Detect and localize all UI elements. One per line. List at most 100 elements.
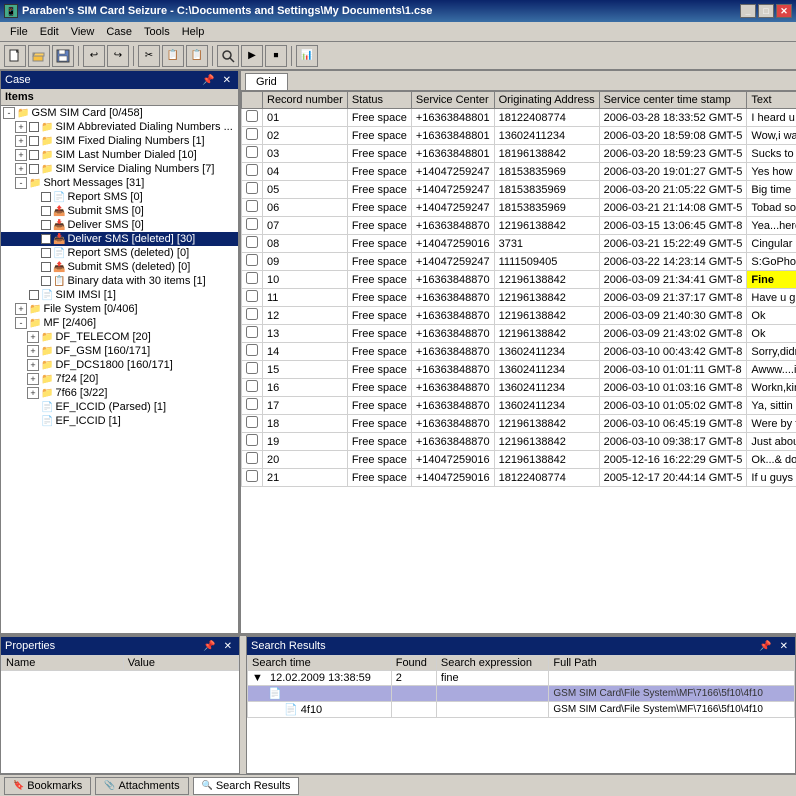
tree-checkbox[interactable] xyxy=(29,164,39,174)
tree-item-service-dialing[interactable]: + 📁 SIM Service Dialing Numbers [7] xyxy=(1,162,238,176)
toolbar-undo[interactable]: ↩ xyxy=(83,45,105,67)
toolbar-save[interactable] xyxy=(52,45,74,67)
tree-item-submit-sms-del[interactable]: 📤 Submit SMS (deleted) [0] xyxy=(1,260,238,274)
search-result-row[interactable]: ▼ 12.02.2009 13:38:59 2 fine xyxy=(248,671,795,686)
col-originating-address[interactable]: Originating Address xyxy=(494,92,599,109)
maximize-button[interactable]: □ xyxy=(758,4,774,18)
tree-checkbox[interactable] xyxy=(41,220,51,230)
tree-expander[interactable]: + xyxy=(27,345,39,357)
row-checkbox[interactable] xyxy=(246,434,258,446)
bookmarks-tab[interactable]: 🔖 Bookmarks xyxy=(4,777,91,795)
tree-item-imsi[interactable]: 📄 SIM IMSI [1] xyxy=(1,288,238,302)
tree-item-telecom[interactable]: + 📁 DF_TELECOM [20] xyxy=(1,330,238,344)
tree-expander[interactable]: + xyxy=(15,149,27,161)
toolbar-open[interactable] xyxy=(28,45,50,67)
table-row[interactable]: 05Free space+14047259247181538359692006-… xyxy=(242,181,796,199)
toolbar-paste[interactable]: 📋 xyxy=(186,45,208,67)
close-button[interactable]: ✕ xyxy=(776,4,792,18)
table-row[interactable]: 21Free space+14047259016181224087742005-… xyxy=(242,469,796,487)
menu-edit[interactable]: Edit xyxy=(34,24,65,40)
properties-close[interactable]: ✕ xyxy=(221,641,235,652)
tree-item-short-messages[interactable]: - 📁 Short Messages [31] xyxy=(1,176,238,190)
tree-item-submit-sms[interactable]: 📤 Submit SMS [0] xyxy=(1,204,238,218)
row-checkbox[interactable] xyxy=(246,398,258,410)
table-row[interactable]: 04Free space+14047259247181538359692006-… xyxy=(242,163,796,181)
tree-item-7f66[interactable]: + 📁 7f66 [3/22] xyxy=(1,386,238,400)
row-checkbox[interactable] xyxy=(246,182,258,194)
tree-item-abbreviated[interactable]: + 📁 SIM Abbreviated Dialing Numbers ... xyxy=(1,120,238,134)
toolbar-search[interactable] xyxy=(217,45,239,67)
table-row[interactable]: 03Free space+16363848801181961388422006-… xyxy=(242,145,796,163)
table-row[interactable]: 02Free space+16363848801136024112342006-… xyxy=(242,127,796,145)
splitter-bottom[interactable] xyxy=(240,636,244,774)
row-checkbox[interactable] xyxy=(246,416,258,428)
tree-checkbox[interactable] xyxy=(29,290,39,300)
menu-help[interactable]: Help xyxy=(176,24,211,40)
row-checkbox[interactable] xyxy=(246,128,258,140)
tree-item-dcs1800[interactable]: + 📁 DF_DCS1800 [160/171] xyxy=(1,358,238,372)
table-row[interactable]: 08Free space+1404725901637312006-03-21 1… xyxy=(242,235,796,253)
tree-item-fixed-dialing[interactable]: + 📁 SIM Fixed Dialing Numbers [1] xyxy=(1,134,238,148)
tree-checkbox[interactable] xyxy=(41,206,51,216)
row-checkbox[interactable] xyxy=(246,290,258,302)
tree-expander[interactable]: + xyxy=(27,359,39,371)
row-checkbox[interactable] xyxy=(246,272,258,284)
tree-expander[interactable]: - xyxy=(15,317,27,329)
table-row[interactable]: 06Free space+14047259247181538359692006-… xyxy=(242,199,796,217)
tree-expander[interactable]: + xyxy=(27,373,39,385)
tree-expander[interactable]: - xyxy=(15,177,27,189)
col-service-center[interactable]: Service Center xyxy=(411,92,494,109)
table-row[interactable]: 10Free space+16363848870121961388422006-… xyxy=(242,271,796,289)
row-checkbox[interactable] xyxy=(246,308,258,320)
search-result-row-child[interactable]: 📄 GSM SIM Card\File System\MF\7166\5f10\… xyxy=(248,686,795,702)
tree-expander[interactable]: - xyxy=(3,107,15,119)
row-checkbox[interactable] xyxy=(246,146,258,158)
minimize-button[interactable]: _ xyxy=(740,4,756,18)
tree-expander[interactable]: + xyxy=(15,163,27,175)
toolbar-copy[interactable]: 📋 xyxy=(162,45,184,67)
attachments-tab[interactable]: 📎 Attachments xyxy=(95,777,188,795)
toolbar-redo[interactable]: ↪ xyxy=(107,45,129,67)
properties-pin[interactable]: 📌 xyxy=(200,641,218,652)
table-row[interactable]: 20Free space+14047259016121961388422005-… xyxy=(242,451,796,469)
menu-case[interactable]: Case xyxy=(100,24,138,40)
tree-item-iccid[interactable]: 📄 EF_ICCID [1] xyxy=(1,414,238,428)
menu-tools[interactable]: Tools xyxy=(138,24,176,40)
row-checkbox[interactable] xyxy=(246,344,258,356)
tree-item-last-number[interactable]: + 📁 SIM Last Number Dialed [10] xyxy=(1,148,238,162)
tree-item-deliver-sms[interactable]: 📥 Deliver SMS [0] xyxy=(1,218,238,232)
tree-item-gsm2[interactable]: + 📁 DF_GSM [160/171] xyxy=(1,344,238,358)
row-checkbox[interactable] xyxy=(246,236,258,248)
tree-checkbox[interactable] xyxy=(29,150,39,160)
col-record-number[interactable]: Record number xyxy=(263,92,348,109)
tree-container[interactable]: - 📁 GSM SIM Card [0/458] + 📁 SIM Abbrevi… xyxy=(1,106,238,633)
toolbar-cut[interactable]: ✂ xyxy=(138,45,160,67)
tree-checkbox[interactable] xyxy=(41,234,51,244)
tree-expander[interactable]: + xyxy=(27,331,39,343)
search-result-row-grandchild[interactable]: 📄 4f10 GSM SIM Card\File System\MF\7166\… xyxy=(248,702,795,718)
tree-item-binary[interactable]: 📋 Binary data with 30 items [1] xyxy=(1,274,238,288)
toolbar-report[interactable]: 📊 xyxy=(296,45,318,67)
row-checkbox[interactable] xyxy=(246,110,258,122)
menu-file[interactable]: File xyxy=(4,24,34,40)
grid-tab[interactable]: Grid xyxy=(245,73,288,90)
tree-item-mf[interactable]: - 📁 MF [2/406] xyxy=(1,316,238,330)
table-row[interactable]: 18Free space+16363848870121961388422006-… xyxy=(242,415,796,433)
tree-item-7f24[interactable]: + 📁 7f24 [20] xyxy=(1,372,238,386)
table-row[interactable]: 15Free space+16363848870136024112342006-… xyxy=(242,361,796,379)
tree-item-report-sms-del[interactable]: 📄 Report SMS (deleted) [0] xyxy=(1,246,238,260)
table-row[interactable]: 19Free space+16363848870121961388422006-… xyxy=(242,433,796,451)
toolbar-go[interactable]: ▶ xyxy=(241,45,263,67)
tree-checkbox[interactable] xyxy=(41,262,51,272)
row-checkbox[interactable] xyxy=(246,362,258,374)
tree-expander[interactable]: + xyxy=(15,135,27,147)
case-panel-pin[interactable]: 📌 xyxy=(199,75,217,86)
search-results-tab[interactable]: 🔍 Search Results xyxy=(193,777,300,795)
table-row[interactable]: 11Free space+16363848870121961388422006-… xyxy=(242,289,796,307)
row-checkbox[interactable] xyxy=(246,470,258,482)
table-row[interactable]: 01Free space+16363848801181224087742006-… xyxy=(242,109,796,127)
table-row[interactable]: 13Free space+16363848870121961388422006-… xyxy=(242,325,796,343)
tree-expander[interactable]: + xyxy=(15,121,27,133)
tree-expander[interactable]: + xyxy=(15,303,27,315)
col-status[interactable]: Status xyxy=(347,92,411,109)
